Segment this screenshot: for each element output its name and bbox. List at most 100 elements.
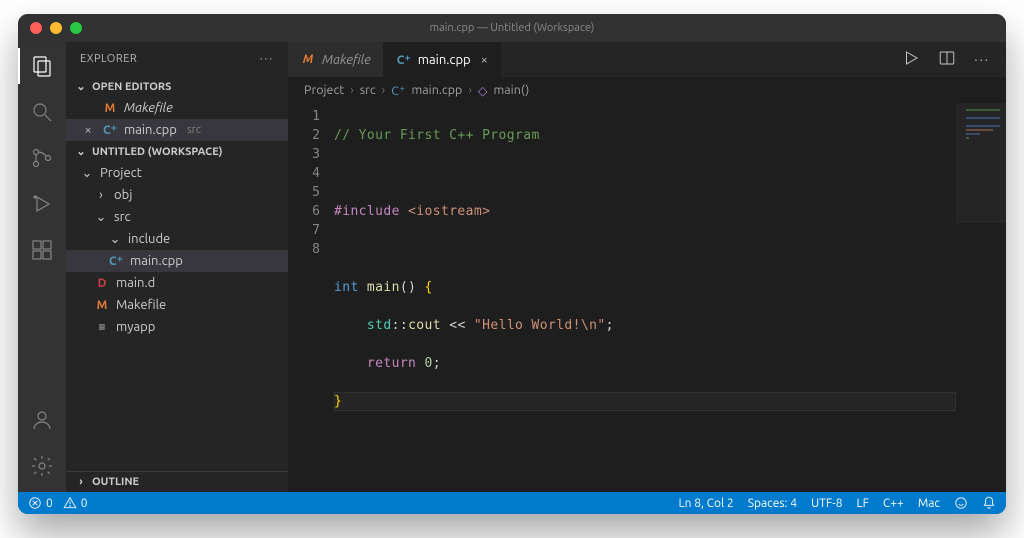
- status-errors-count: 0: [46, 497, 53, 510]
- explorer-icon[interactable]: [28, 52, 56, 80]
- folder-src[interactable]: ⌄ src: [66, 206, 288, 228]
- titlebar: main.cpp — Untitled (Workspace): [18, 14, 1006, 42]
- split-editor-icon[interactable]: [938, 49, 956, 70]
- sidebar-more-icon[interactable]: ···: [260, 53, 274, 65]
- accounts-icon[interactable]: [28, 406, 56, 434]
- status-bar: 0 0 Ln 8, Col 2 Spaces: 4 UTF-8 LF C++ M…: [18, 492, 1006, 514]
- folder-label: include: [128, 232, 170, 246]
- status-eol[interactable]: LF: [856, 497, 868, 510]
- line-number: 7: [288, 221, 320, 240]
- status-encoding[interactable]: UTF-8: [811, 497, 842, 510]
- line-number: 1: [288, 107, 320, 126]
- sidebar-header: EXPLORER ···: [66, 42, 288, 76]
- open-editors-header[interactable]: ⌄ OPEN EDITORS: [66, 76, 288, 97]
- file-myapp[interactable]: ≡ myapp: [66, 316, 288, 338]
- breadcrumb-part[interactable]: main.cpp: [411, 83, 462, 97]
- editor-actions: ···: [902, 42, 1006, 77]
- chevron-right-icon: ›: [350, 83, 354, 97]
- line-gutter: 1 2 3 4 5 6 7 8: [288, 103, 334, 492]
- breadcrumb-part[interactable]: src: [360, 83, 376, 97]
- file-main-cpp[interactable]: C⁺ main.cpp: [66, 250, 288, 272]
- chevron-down-icon: ⌄: [80, 166, 94, 181]
- makefile-icon: M: [102, 102, 118, 115]
- notifications-icon[interactable]: [982, 496, 996, 510]
- line-number: 6: [288, 202, 320, 221]
- open-editor-main-cpp[interactable]: × C⁺ main.cpp src: [66, 119, 288, 141]
- breadcrumb-part[interactable]: main(): [493, 83, 529, 97]
- activity-bar: [18, 42, 66, 492]
- search-icon[interactable]: [28, 98, 56, 126]
- folder-include[interactable]: ⌄ include: [66, 228, 288, 250]
- breadcrumb[interactable]: Project › src › C⁺ main.cpp › ◇ main(): [288, 77, 1006, 103]
- code-text: // Your First C++ Program: [334, 128, 540, 143]
- extensions-icon[interactable]: [28, 236, 56, 264]
- run-icon[interactable]: [902, 49, 920, 70]
- open-editor-label: Makefile: [124, 101, 173, 115]
- source-control-icon[interactable]: [28, 144, 56, 172]
- chevron-right-icon: ›: [468, 83, 472, 97]
- code-text: 0: [425, 356, 433, 371]
- code-text: main: [359, 280, 400, 295]
- code-text: int: [334, 280, 359, 295]
- close-tab-icon[interactable]: ×: [481, 53, 488, 67]
- chevron-down-icon: ⌄: [108, 232, 122, 247]
- status-errors[interactable]: 0: [28, 496, 53, 510]
- code-text: (): [400, 280, 425, 295]
- tab-label: Makefile: [322, 53, 371, 67]
- code-content[interactable]: // Your First C++ Program #include <iost…: [334, 103, 956, 492]
- chevron-down-icon: ⌄: [74, 145, 88, 158]
- code-text: <<: [441, 318, 474, 333]
- code-text: cout: [408, 318, 441, 333]
- close-icon[interactable]: ×: [80, 123, 96, 137]
- tab-main-cpp[interactable]: C⁺ main.cpp ×: [384, 42, 501, 77]
- code-text: #include: [334, 204, 400, 219]
- code-editor[interactable]: 1 2 3 4 5 6 7 8 // Your First C++ Progra…: [288, 103, 1006, 492]
- line-number: 4: [288, 164, 320, 183]
- status-os[interactable]: Mac: [918, 497, 940, 510]
- breadcrumb-part[interactable]: Project: [304, 83, 344, 97]
- binary-file-icon: ≡: [94, 320, 110, 334]
- folder-label: obj: [114, 188, 132, 202]
- sidebar-title: EXPLORER: [80, 53, 137, 65]
- chevron-right-icon: ›: [74, 476, 88, 488]
- chevron-right-icon: ›: [94, 188, 108, 202]
- cpp-file-icon: C⁺: [102, 123, 118, 137]
- status-language-mode[interactable]: C++: [883, 497, 904, 510]
- file-main-d[interactable]: D main.d: [66, 272, 288, 294]
- minimap[interactable]: [956, 103, 1006, 492]
- minimize-window-button[interactable]: [50, 22, 62, 34]
- file-makefile[interactable]: M Makefile: [66, 294, 288, 316]
- explorer-sidebar: EXPLORER ··· ⌄ OPEN EDITORS M Makefile ×…: [66, 42, 288, 492]
- folder-obj[interactable]: › obj: [66, 184, 288, 206]
- maximize-window-button[interactable]: [70, 22, 82, 34]
- more-actions-icon[interactable]: ···: [974, 53, 990, 67]
- status-indentation[interactable]: Spaces: 4: [748, 497, 797, 510]
- window-title: main.cpp — Untitled (Workspace): [18, 22, 1006, 34]
- code-text: "Hello World!\n": [474, 318, 606, 333]
- line-number: 3: [288, 145, 320, 164]
- feedback-icon[interactable]: [954, 496, 968, 510]
- workspace-label: UNTITLED (WORKSPACE): [92, 146, 223, 158]
- status-cursor-position[interactable]: Ln 8, Col 2: [679, 497, 734, 510]
- main-area: EXPLORER ··· ⌄ OPEN EDITORS M Makefile ×…: [18, 42, 1006, 492]
- vscode-window: main.cpp — Untitled (Workspace): [18, 14, 1006, 514]
- cpp-file-icon: C⁺: [391, 83, 405, 98]
- symbol-method-icon: ◇: [478, 83, 488, 98]
- cpp-file-icon: C⁺: [396, 53, 412, 67]
- open-editors-label: OPEN EDITORS: [92, 81, 171, 93]
- workspace-header[interactable]: ⌄ UNTITLED (WORKSPACE): [66, 141, 288, 162]
- code-text: [334, 318, 367, 333]
- d-file-icon: D: [94, 277, 110, 290]
- status-warnings[interactable]: 0: [63, 496, 88, 510]
- open-editor-makefile[interactable]: M Makefile: [66, 97, 288, 119]
- editor-area: M Makefile C⁺ main.cpp × ···: [288, 42, 1006, 492]
- tab-makefile[interactable]: M Makefile: [288, 42, 384, 77]
- file-tree: ⌄ Project › obj ⌄ src ⌄ include C⁺ mai: [66, 162, 288, 471]
- close-window-button[interactable]: [30, 22, 42, 34]
- outline-header[interactable]: › OUTLINE: [66, 471, 288, 492]
- code-text: ;: [606, 318, 614, 333]
- line-number: 5: [288, 183, 320, 202]
- folder-project[interactable]: ⌄ Project: [66, 162, 288, 184]
- settings-gear-icon[interactable]: [28, 452, 56, 480]
- run-debug-icon[interactable]: [28, 190, 56, 218]
